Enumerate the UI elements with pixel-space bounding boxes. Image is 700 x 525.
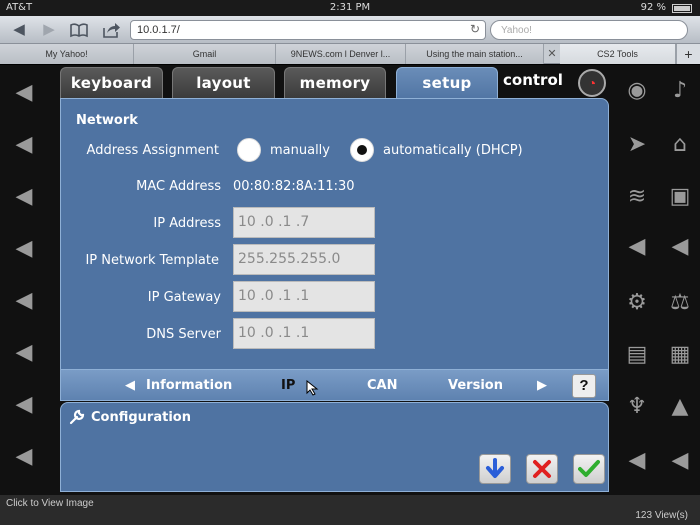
app-area: ◀ ◀ ◀ ◀ ◀ ◀ ◀ ◀ ◉ ➤ ≋ ◀ ⚙ ▤ ♆ ◀ ♪ ⌂ ▣ ◀ … bbox=[0, 65, 700, 495]
browser-tab-active[interactable]: CS2 Tools bbox=[560, 44, 676, 64]
new-tab-button[interactable]: + bbox=[676, 44, 700, 64]
signal-icon[interactable]: ≋ bbox=[617, 177, 657, 217]
forward-icon[interactable]: ▶ bbox=[38, 19, 60, 41]
setup-subnav: ◀ Information IP CAN Version ▶ ? bbox=[60, 369, 609, 401]
speaker-icon[interactable]: ◀ bbox=[660, 227, 700, 267]
train-icon[interactable]: ▦ bbox=[660, 335, 700, 375]
coupler-icon[interactable]: ⚙ bbox=[617, 283, 657, 323]
page-footer: Click to View Image 123 View(s) bbox=[0, 495, 700, 525]
bookmarks-icon[interactable] bbox=[68, 19, 90, 41]
lamp-icon[interactable]: ▤ bbox=[617, 335, 657, 375]
bus-icon[interactable]: ▣ bbox=[660, 177, 700, 217]
battery-icon bbox=[672, 4, 692, 13]
speaker-icon[interactable]: ◀ bbox=[4, 437, 44, 477]
view-image-link[interactable]: Click to View Image bbox=[6, 498, 94, 509]
radio-manual[interactable] bbox=[237, 138, 261, 162]
ip-label: IP Address bbox=[153, 216, 221, 231]
dns-field[interactable]: 10 .0 .1 .1 bbox=[233, 318, 375, 349]
gateway-label: IP Gateway bbox=[147, 290, 221, 305]
mac-value: 00:80:82:8A:11:30 bbox=[233, 179, 355, 194]
gateway-field[interactable]: 10 .0 .1 .1 bbox=[233, 281, 375, 312]
address-assignment-label: Address Assignment bbox=[86, 143, 219, 158]
view-count: 123 View(s) bbox=[635, 510, 688, 521]
tab-keyboard[interactable]: keyboard bbox=[60, 67, 163, 99]
cursor-icon bbox=[306, 379, 320, 399]
whistle-icon[interactable]: ♪ bbox=[660, 71, 700, 111]
next-arrow-icon[interactable]: ▶ bbox=[537, 377, 547, 393]
speaker-icon[interactable]: ◀ bbox=[617, 441, 657, 481]
cancel-button[interactable] bbox=[526, 454, 558, 484]
radio-dhcp[interactable] bbox=[350, 138, 374, 162]
reload-icon[interactable]: ↻ bbox=[468, 22, 482, 36]
antenna-icon[interactable]: ♆ bbox=[617, 387, 657, 427]
network-template-field[interactable]: 255.255.255.0 bbox=[233, 244, 375, 275]
radio-manual-label: manually bbox=[270, 143, 330, 158]
browser-tab[interactable]: My Yahoo! bbox=[0, 44, 134, 64]
prev-arrow-icon[interactable]: ◀ bbox=[125, 377, 135, 393]
speaker-icon[interactable]: ◀ bbox=[4, 333, 44, 373]
configuration-panel: Configuration bbox=[60, 402, 609, 492]
confirm-button[interactable] bbox=[573, 454, 605, 484]
tab-setup[interactable]: setup bbox=[396, 67, 498, 101]
subnav-can[interactable]: CAN bbox=[367, 378, 397, 393]
speaker-icon[interactable]: ◀ bbox=[4, 125, 44, 165]
browser-tab[interactable]: Using the main station... bbox=[406, 44, 544, 64]
configuration-title: Configuration bbox=[91, 410, 191, 425]
tab-control[interactable]: control bbox=[503, 71, 563, 89]
subnav-version[interactable]: Version bbox=[448, 378, 503, 393]
tab-layout[interactable]: layout bbox=[172, 67, 275, 99]
speaker-icon[interactable]: ◀ bbox=[617, 227, 657, 267]
speaker-icon[interactable]: ◀ bbox=[660, 441, 700, 481]
status-bar: AT&T 2:31 PM 92 % bbox=[0, 0, 700, 16]
wrench-icon bbox=[69, 409, 85, 428]
share-icon[interactable] bbox=[100, 19, 122, 41]
browser-tab[interactable]: Gmail bbox=[134, 44, 276, 64]
section-title: Network bbox=[76, 113, 138, 128]
url-field[interactable]: 10.0.1.7/ bbox=[130, 20, 486, 40]
back-icon[interactable]: ◀ bbox=[8, 19, 30, 41]
template-label: IP Network Template bbox=[85, 253, 219, 268]
help-button[interactable]: ? bbox=[572, 374, 596, 398]
weight-icon[interactable]: ⚖ bbox=[660, 283, 700, 323]
ip-address-field[interactable]: 10 .0 .1 .7 bbox=[233, 207, 375, 238]
speedometer-icon[interactable]: ◔ bbox=[578, 69, 606, 97]
speaker-icon[interactable]: ◀ bbox=[4, 73, 44, 113]
bell-icon[interactable]: ▲ bbox=[660, 387, 700, 427]
browser-toolbar: ◀ ▶ 10.0.1.7/ ↻ Yahoo! bbox=[0, 16, 700, 44]
battery-percent: 92 % bbox=[640, 2, 666, 13]
status-time: 2:31 PM bbox=[329, 2, 371, 13]
speaker-icon[interactable]: ◀ bbox=[4, 385, 44, 425]
horn-icon[interactable]: ⌂ bbox=[660, 125, 700, 165]
browser-tabbar: My Yahoo! Gmail 9NEWS.com l Denver l... … bbox=[0, 44, 700, 64]
download-button[interactable] bbox=[479, 454, 511, 484]
dns-label: DNS Server bbox=[146, 327, 221, 342]
close-tab-icon[interactable]: ✕ bbox=[545, 44, 559, 64]
speaker-icon[interactable]: ◀ bbox=[4, 281, 44, 321]
subnav-ip[interactable]: IP bbox=[281, 378, 295, 393]
browser-tab[interactable]: 9NEWS.com l Denver l... bbox=[276, 44, 406, 64]
speaker-icon[interactable]: ◀ bbox=[4, 177, 44, 217]
headlight-icon[interactable]: ◉ bbox=[617, 71, 657, 111]
tab-memory[interactable]: memory bbox=[284, 67, 386, 99]
radio-dhcp-label: automatically (DHCP) bbox=[383, 143, 523, 158]
search-field[interactable]: Yahoo! bbox=[490, 20, 688, 40]
network-panel: Network Address Assignment manually auto… bbox=[60, 98, 609, 370]
sound-arrow-icon[interactable]: ➤ bbox=[617, 125, 657, 165]
mac-label: MAC Address bbox=[136, 179, 221, 194]
speaker-icon[interactable]: ◀ bbox=[4, 229, 44, 269]
subnav-information[interactable]: Information bbox=[146, 378, 232, 393]
